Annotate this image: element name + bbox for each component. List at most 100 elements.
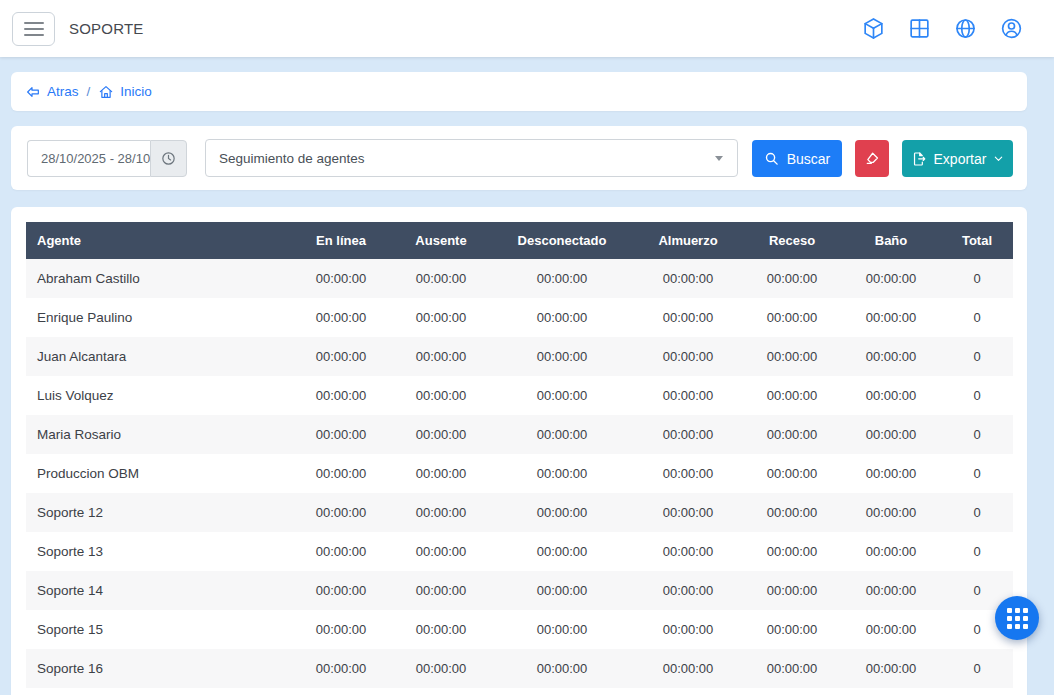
cube-icon[interactable] [860,16,886,42]
time-value-cell: 00:00:00 [391,259,491,298]
header-actions [860,16,1024,42]
table-row: Abraham Castillo00:00:0000:00:0000:00:00… [26,259,1013,298]
column-header: Agente [26,222,291,259]
time-value-cell: 00:00:00 [841,493,941,532]
time-value-cell: 00:00:00 [291,376,391,415]
time-value-cell: 00:00:00 [291,337,391,376]
export-button[interactable]: Exportar [902,140,1013,177]
time-value-cell: 00:00:00 [743,376,841,415]
time-value-cell: 00:00:00 [291,532,391,571]
clear-button[interactable] [855,140,889,177]
breadcrumb-back-label: Atras [47,84,79,99]
time-value-cell: 00:00:00 [841,454,941,493]
time-value-cell: 00:00:00 [491,454,633,493]
time-value-cell: 00:00:00 [633,610,743,649]
time-value-cell: 00:00:00 [491,298,633,337]
agent-name-cell: Produccion OBM [26,454,291,493]
table-row: Soporte 1200:00:0000:00:0000:00:0000:00:… [26,493,1013,532]
grid-layout-icon[interactable] [906,16,932,42]
date-range-input[interactable]: 28/10/2025 - 28/10/2025 [27,140,150,177]
agent-name-cell: Soporte 13 [26,532,291,571]
time-value-cell: 00:00:00 [841,337,941,376]
table-row: Enrique Paulino00:00:0000:00:0000:00:000… [26,298,1013,337]
export-button-label: Exportar [934,151,987,167]
time-value-cell: 0 [941,376,1013,415]
column-header: Receso [743,222,841,259]
breadcrumb-home-link[interactable]: Inicio [98,84,152,100]
breadcrumb: Atras / Inicio [11,72,1027,111]
time-value-cell: 00:00:00 [743,532,841,571]
time-value-cell: 00:00:00 [633,493,743,532]
time-value-cell: 00:00:00 [491,376,633,415]
time-value-cell: 00:00:00 [391,415,491,454]
agent-name-cell: Soporte 12 [26,493,291,532]
time-value-cell: 00:00:00 [491,415,633,454]
table-row: Maria Rosario00:00:0000:00:0000:00:0000:… [26,415,1013,454]
agent-name-cell: Luis Volquez [26,376,291,415]
time-value-cell: 00:00:00 [291,649,391,688]
table-row: Soporte 1600:00:0000:00:0000:00:0000:00:… [26,649,1013,688]
column-header: Total [941,222,1013,259]
back-arrow-icon [25,84,41,100]
search-button[interactable]: Buscar [752,140,842,177]
time-value-cell: 00:00:00 [291,298,391,337]
time-value-cell: 00:00:00 [491,649,633,688]
chevron-down-icon [715,156,723,161]
time-value-cell: 00:00:00 [633,649,743,688]
time-value-cell: 00:00:00 [743,649,841,688]
time-value-cell: 00:00:00 [841,376,941,415]
search-icon [764,151,779,166]
menu-toggle-button[interactable] [12,12,55,46]
time-value-cell: 00:00:00 [291,493,391,532]
globe-icon[interactable] [952,16,978,42]
column-header: Baño [841,222,941,259]
time-value-cell: 00:00:00 [743,610,841,649]
agent-name-cell: Enrique Paulino [26,298,291,337]
apps-fab-button[interactable] [995,596,1039,640]
agent-name-cell: Juan Alcantara [26,337,291,376]
time-value-cell: 00:00:00 [391,454,491,493]
date-range-addon[interactable] [150,140,187,177]
date-range-group: 28/10/2025 - 28/10/2025 [27,140,187,177]
agent-name-cell: Maria Rosario [26,415,291,454]
column-header: En línea [291,222,391,259]
time-value-cell: 00:00:00 [291,259,391,298]
eraser-icon [864,150,881,167]
time-value-cell: 00:00:00 [633,337,743,376]
breadcrumb-back-link[interactable]: Atras [25,84,79,100]
time-value-cell: 00:00:00 [633,298,743,337]
time-value-cell: 0 [941,337,1013,376]
time-value-cell: 00:00:00 [743,337,841,376]
table-row: Juan Alcantara00:00:0000:00:0000:00:0000… [26,337,1013,376]
table-row: Luis Volquez00:00:0000:00:0000:00:0000:0… [26,376,1013,415]
time-value-cell: 00:00:00 [743,493,841,532]
search-button-label: Buscar [787,151,831,167]
time-value-cell: 00:00:00 [743,454,841,493]
time-value-cell: 00:00:00 [841,415,941,454]
agents-table-card: AgenteEn líneaAusenteDesconectadoAlmuerz… [11,207,1027,695]
report-type-select[interactable]: Seguimiento de agentes [205,139,738,177]
breadcrumb-separator: / [87,84,91,99]
time-value-cell: 00:00:00 [841,610,941,649]
report-type-value: Seguimiento de agentes [219,151,365,166]
time-value-cell: 00:00:00 [391,337,491,376]
agent-name-cell: Soporte 15 [26,610,291,649]
table-row: Soporte 1400:00:0000:00:0000:00:0000:00:… [26,571,1013,610]
time-value-cell: 00:00:00 [633,532,743,571]
time-value-cell: 0 [941,493,1013,532]
time-value-cell: 00:00:00 [633,376,743,415]
clock-icon [160,150,177,167]
user-avatar-icon[interactable] [998,16,1024,42]
agent-name-cell: Abraham Castillo [26,259,291,298]
time-value-cell: 0 [941,454,1013,493]
filter-bar: 28/10/2025 - 28/10/2025 Seguimiento de a… [11,126,1027,190]
time-value-cell: 00:00:00 [633,259,743,298]
table-row: Produccion OBM00:00:0000:00:0000:00:0000… [26,454,1013,493]
time-value-cell: 00:00:00 [633,454,743,493]
time-value-cell: 00:00:00 [391,571,491,610]
column-header: Desconectado [491,222,633,259]
time-value-cell: 00:00:00 [491,493,633,532]
time-value-cell: 00:00:00 [491,259,633,298]
time-value-cell: 00:00:00 [391,649,491,688]
column-header: Almuerzo [633,222,743,259]
